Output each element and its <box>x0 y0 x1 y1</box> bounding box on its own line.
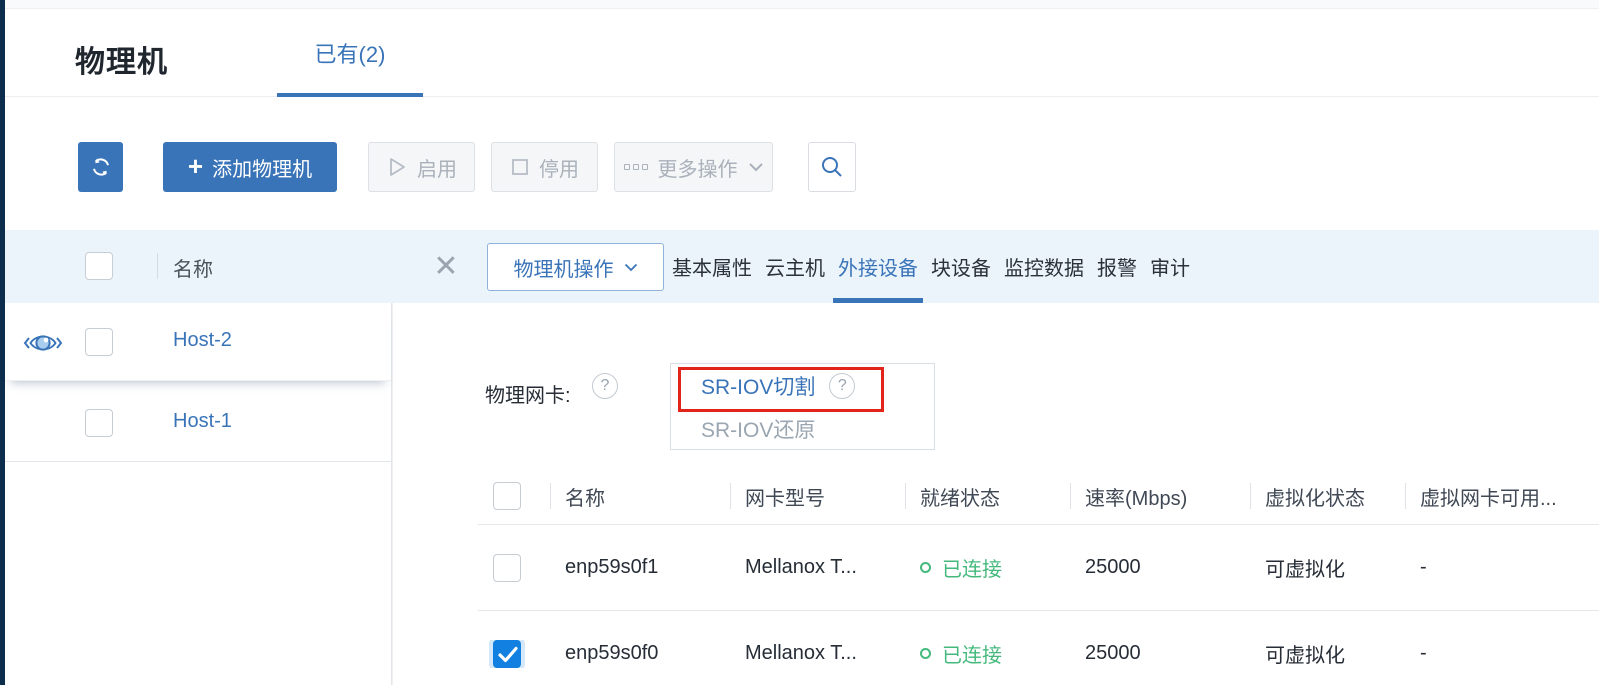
plus-icon: + <box>188 153 203 179</box>
chevron-down-icon <box>624 263 638 272</box>
status-dot-icon <box>920 562 931 573</box>
nic-enp59s0f1-checkbox[interactable] <box>493 554 521 582</box>
nic-virtualization: 可虚拟化 <box>1250 553 1405 582</box>
sriov-cut-help-icon[interactable]: ? <box>829 373 855 399</box>
host-1-checkbox[interactable] <box>85 409 113 437</box>
tab-audit[interactable]: 审计 <box>1150 230 1190 303</box>
stop-label: 停用 <box>539 153 579 182</box>
enable-button[interactable]: 启用 <box>368 142 475 192</box>
tab-external-devices[interactable]: 外接设备 <box>838 230 918 303</box>
status-dot-icon <box>920 648 931 659</box>
physical-machine-page: 物理机 已有(2) + 添加物理机 <box>0 0 1599 685</box>
chevron-down-icon <box>748 162 764 172</box>
host-actions-label: 物理机操作 <box>514 253 614 282</box>
host-1-name-link[interactable]: Host-1 <box>173 410 232 433</box>
nic-model: Mellanox T... <box>730 556 905 579</box>
nic-name: enp59s0f0 <box>550 642 730 665</box>
close-detail-icon[interactable]: ✕ <box>428 248 464 284</box>
search-icon <box>819 154 845 180</box>
more-actions-icon <box>624 164 648 170</box>
tab-basic-properties[interactable]: 基本属性 <box>672 230 752 303</box>
sriov-cut-label: SR-IOV切割 <box>701 371 815 401</box>
host-2-checkbox[interactable] <box>85 328 113 356</box>
col-header-model: 网卡型号 <box>730 482 905 511</box>
nic-speed: 25000 <box>1070 556 1250 579</box>
viewing-eye-icon <box>23 329 63 357</box>
list-and-detail-header-band: 名称 ✕ 物理机操作 基本属性 云主机 外接设备 块设备 监控数据 报警 审计 <box>5 230 1599 303</box>
select-all-hosts-checkbox[interactable] <box>85 252 113 280</box>
column-divider <box>157 253 158 279</box>
nic-help-icon[interactable]: ? <box>592 373 618 399</box>
nic-status: 已连接 <box>905 639 1070 668</box>
top-strip <box>0 0 1599 9</box>
host-name-column-header: 名称 <box>173 253 213 282</box>
add-host-button[interactable]: + 添加物理机 <box>163 142 337 192</box>
physical-nic-label: 物理网卡: <box>485 379 571 408</box>
nic-status: 已连接 <box>905 553 1070 582</box>
nic-vnic-available: - <box>1405 642 1599 665</box>
tab-block-devices[interactable]: 块设备 <box>931 230 991 303</box>
tab-alarms[interactable]: 报警 <box>1097 230 1137 303</box>
tab-label: 云主机 <box>765 252 825 281</box>
tab-label: 基本属性 <box>672 252 752 281</box>
status-text: 已连接 <box>942 553 1002 582</box>
host-2-name-link[interactable]: Host-2 <box>173 329 232 352</box>
refresh-icon <box>88 154 114 180</box>
tab-label: 报警 <box>1097 252 1137 281</box>
nic-actions-dropdown-menu: SR-IOV切割 ? SR-IOV还原 <box>670 363 935 450</box>
page-header: 物理机 已有(2) <box>5 9 1599 97</box>
tab-label: 审计 <box>1150 252 1190 281</box>
status-text: 已连接 <box>942 639 1002 668</box>
nic-row-enp59s0f1[interactable]: enp59s0f1 Mellanox T... 已连接 25000 可虚拟化 - <box>478 524 1599 610</box>
tab-existing-label: 已有(2) <box>315 37 386 69</box>
nic-enp59s0f0-checkbox[interactable] <box>493 640 521 668</box>
detail-tabs: 基本属性 云主机 外接设备 块设备 监控数据 报警 审计 <box>672 230 1190 303</box>
active-tab-underline <box>833 298 923 303</box>
stop-button[interactable]: 停用 <box>491 142 598 192</box>
nic-table: 名称 网卡型号 就绪状态 速率(Mbps) 虚拟化状态 虚拟网卡可用... en… <box>478 468 1599 685</box>
tab-vm-instances[interactable]: 云主机 <box>765 230 825 303</box>
more-actions-button[interactable]: 更多操作 <box>614 142 773 192</box>
tab-label: 外接设备 <box>838 252 918 281</box>
col-header-virtualization: 虚拟化状态 <box>1250 482 1405 511</box>
select-all-nics-checkbox[interactable] <box>493 482 521 510</box>
sidebar-edge-strip <box>0 0 5 685</box>
sriov-restore-label: SR-IOV还原 <box>701 414 815 444</box>
host-row-host-2[interactable]: Host-2 <box>5 303 391 381</box>
nic-table-header: 名称 网卡型号 就绪状态 速率(Mbps) 虚拟化状态 虚拟网卡可用... <box>478 468 1599 524</box>
col-header-name: 名称 <box>550 482 730 511</box>
stop-square-icon <box>510 157 530 177</box>
col-header-speed: 速率(Mbps) <box>1070 482 1250 511</box>
col-header-vnic-available: 虚拟网卡可用... <box>1405 482 1599 511</box>
nic-speed: 25000 <box>1070 642 1250 665</box>
host-row-host-1[interactable]: Host-1 <box>5 384 391 462</box>
nic-row-enp59s0f0[interactable]: enp59s0f0 Mellanox T... 已连接 25000 可虚拟化 - <box>478 610 1599 685</box>
nic-model: Mellanox T... <box>730 642 905 665</box>
add-host-label: 添加物理机 <box>212 153 312 182</box>
menu-item-sriov-cut[interactable]: SR-IOV切割 ? <box>671 364 934 407</box>
refresh-button[interactable] <box>78 142 123 192</box>
tab-label: 监控数据 <box>1004 252 1084 281</box>
toolbar: + 添加物理机 启用 停用 更多操作 <box>5 97 1599 230</box>
nic-vnic-available: - <box>1405 556 1599 579</box>
tab-label: 块设备 <box>931 252 991 281</box>
tab-monitoring-data[interactable]: 监控数据 <box>1004 230 1084 303</box>
tab-existing-hosts[interactable]: 已有(2) <box>277 9 423 96</box>
menu-item-sriov-restore[interactable]: SR-IOV还原 <box>671 407 934 450</box>
more-actions-label: 更多操作 <box>658 153 738 182</box>
col-header-status: 就绪状态 <box>905 482 1070 511</box>
nic-name: enp59s0f1 <box>550 556 730 579</box>
nic-virtualization: 可虚拟化 <box>1250 639 1405 668</box>
host-list-panel: Host-2 Host-1 <box>5 303 392 685</box>
play-icon <box>386 155 408 179</box>
enable-label: 启用 <box>417 153 457 182</box>
page-title: 物理机 <box>75 37 168 81</box>
search-button[interactable] <box>808 142 856 192</box>
host-actions-dropdown-button[interactable]: 物理机操作 <box>487 243 664 291</box>
